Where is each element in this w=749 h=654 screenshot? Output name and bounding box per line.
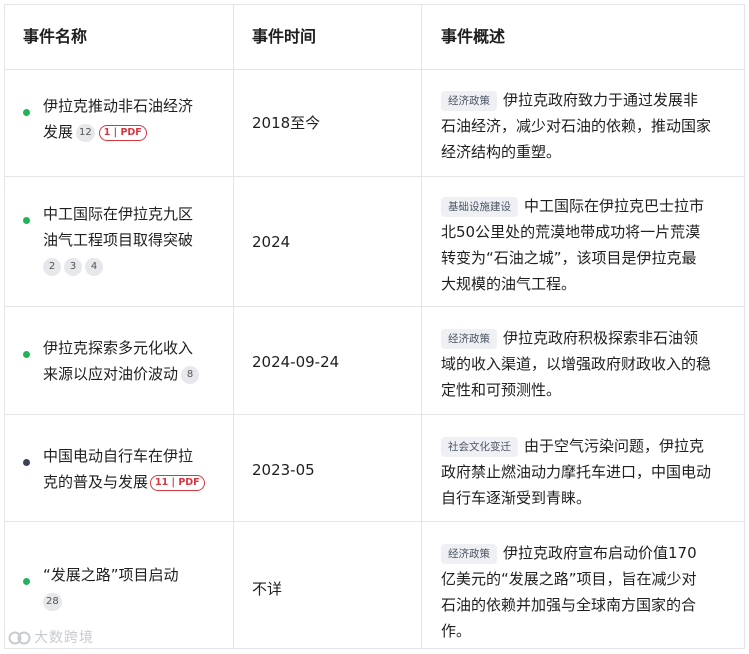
- table-row: “发展之路”项目启动 28 不详 经济政策 伊拉克政府宣布启动价值170 亿美元的…: [5, 522, 744, 649]
- table-header: 事件名称 事件时间 事件概述: [5, 5, 744, 70]
- event-name-line: 油气工程项目取得突破: [43, 231, 194, 249]
- summary-line: 政府禁止燃油动力摩托车进口，中国电动: [441, 463, 712, 481]
- summary-line: 定性和可预测性。: [441, 381, 562, 399]
- citation-badge[interactable]: 28: [43, 592, 62, 611]
- citation-badge[interactable]: 3: [64, 257, 82, 276]
- status-dot: [23, 217, 30, 224]
- status-dot: [23, 578, 30, 585]
- event-summary: 经济政策 伊拉克政府积极探索非石油领 域的收入渠道，以增强政府财政收入的稳 定性和…: [441, 325, 731, 403]
- header-event-name: 事件名称: [23, 27, 88, 46]
- status-dot: [23, 459, 30, 466]
- summary-line: 石油的依赖并加强与全球南方国家的合: [441, 596, 697, 614]
- status-dot: [23, 351, 30, 358]
- citation-badge[interactable]: 8: [181, 365, 200, 384]
- category-tag: 经济政策: [441, 543, 497, 564]
- watermark: 大数跨境: [8, 627, 94, 647]
- table-row: 中工国际在伊拉克九区 油气工程项目取得突破 234 2024 基础设施建设 中工国…: [5, 177, 744, 307]
- category-tag: 社会文化变迁: [441, 436, 518, 457]
- event-name: 伊拉克推动非石油经济 发展 12 1 | PDF: [43, 93, 215, 145]
- category-tag: 经济政策: [441, 90, 497, 111]
- summary-line: 北50公里处的荒漠地带成功将一片荒漠: [441, 223, 701, 241]
- citation-badge[interactable]: 2: [43, 257, 61, 276]
- summary-line: 作。: [441, 622, 472, 640]
- summary-line: 自行车逐渐受到青睐。: [441, 489, 592, 507]
- event-summary: 社会文化变迁 由于空气污染问题，伊拉克 政府禁止燃油动力摩托车进口，中国电动 自行…: [441, 433, 731, 511]
- event-name-line: “发展之路”项目启动: [43, 566, 179, 584]
- summary-line: 伊拉克政府宣布启动价值170: [503, 544, 697, 562]
- table-row: 伊拉克推动非石油经济 发展 12 1 | PDF 2018至今 经济政策 伊拉克政府致…: [5, 69, 744, 177]
- summary-line: 由于空气污染问题，伊拉克: [524, 437, 705, 455]
- summary-line: 域的收入渠道，以增强政府财政收入的稳: [441, 355, 712, 373]
- summary-line: 伊拉克政府致力于通过发展非: [503, 91, 699, 109]
- event-name: 伊拉克探索多元化收入 来源以应对油价波动 8: [43, 335, 215, 387]
- summary-line: 伊拉克政府积极探索非石油领: [503, 329, 699, 347]
- summary-line: 大规模的油气工程。: [441, 275, 577, 293]
- summary-line: 亿美元的“发展之路”项目，旨在减少对: [441, 570, 697, 588]
- event-time: 不详: [252, 580, 283, 598]
- event-summary: 经济政策 伊拉克政府致力于通过发展非 石油经济，减少对石油的依赖，推动国家 经济结…: [441, 87, 731, 165]
- summary-line: 经济结构的重塑。: [441, 143, 562, 161]
- event-time: 2023-05: [252, 461, 315, 479]
- summary-line: 中工国际在伊拉克巴士拉市: [524, 197, 705, 215]
- event-name-line: 克的普及与发展: [43, 473, 149, 491]
- citation-badge[interactable]: 12: [76, 123, 95, 142]
- category-tag: 基础设施建设: [441, 196, 518, 217]
- summary-line: 转变为“石油之城”，该项目是伊拉克最: [441, 249, 697, 267]
- event-name-line: 伊拉克探索多元化收入: [43, 339, 194, 357]
- citation-badge[interactable]: 4: [85, 257, 103, 276]
- event-summary: 经济政策 伊拉克政府宣布启动价值170 亿美元的“发展之路”项目，旨在减少对 石油…: [441, 540, 731, 644]
- event-table: 事件名称 事件时间 事件概述 伊拉克推动非石油经济 发展 12 1 | PDF 20…: [4, 4, 745, 649]
- event-name: “发展之路”项目启动 28: [43, 562, 215, 614]
- event-time: 2018至今: [252, 114, 321, 132]
- pdf-source-badge[interactable]: 1 | PDF: [98, 124, 147, 141]
- event-name: 中国电动自行车在伊拉 克的普及与发展 11 | PDF: [43, 443, 215, 495]
- table-row: 伊拉克探索多元化收入 来源以应对油价波动 8 2024-09-24 经济政策 伊拉克…: [5, 307, 744, 415]
- event-name-line: 伊拉克推动非石油经济: [43, 97, 194, 115]
- status-dot: [23, 109, 30, 116]
- event-name-line: 来源以应对油价波动: [43, 365, 179, 383]
- logo-icon: [8, 631, 31, 645]
- pdf-source-badge[interactable]: 11 | PDF: [150, 474, 205, 491]
- event-time: 2024: [252, 233, 291, 251]
- event-name-line: 中工国际在伊拉克九区: [43, 205, 194, 223]
- event-name: 中工国际在伊拉克九区 油气工程项目取得突破 234: [43, 201, 215, 279]
- event-name-line: 发展: [43, 123, 74, 141]
- header-event-summary: 事件概述: [441, 27, 506, 46]
- watermark-text: 大数跨境: [34, 630, 94, 646]
- event-summary: 基础设施建设 中工国际在伊拉克巴士拉市 北50公里处的荒漠地带成功将一片荒漠 转变…: [441, 193, 731, 297]
- table-row: 中国电动自行车在伊拉 克的普及与发展 11 | PDF 2023-05 社会文化变…: [5, 415, 744, 522]
- event-time: 2024-09-24: [252, 353, 340, 371]
- summary-line: 石油经济，减少对石油的依赖，推动国家: [441, 117, 712, 135]
- header-event-time: 事件时间: [252, 27, 317, 46]
- event-name-line: 中国电动自行车在伊拉: [43, 447, 194, 465]
- category-tag: 经济政策: [441, 328, 497, 349]
